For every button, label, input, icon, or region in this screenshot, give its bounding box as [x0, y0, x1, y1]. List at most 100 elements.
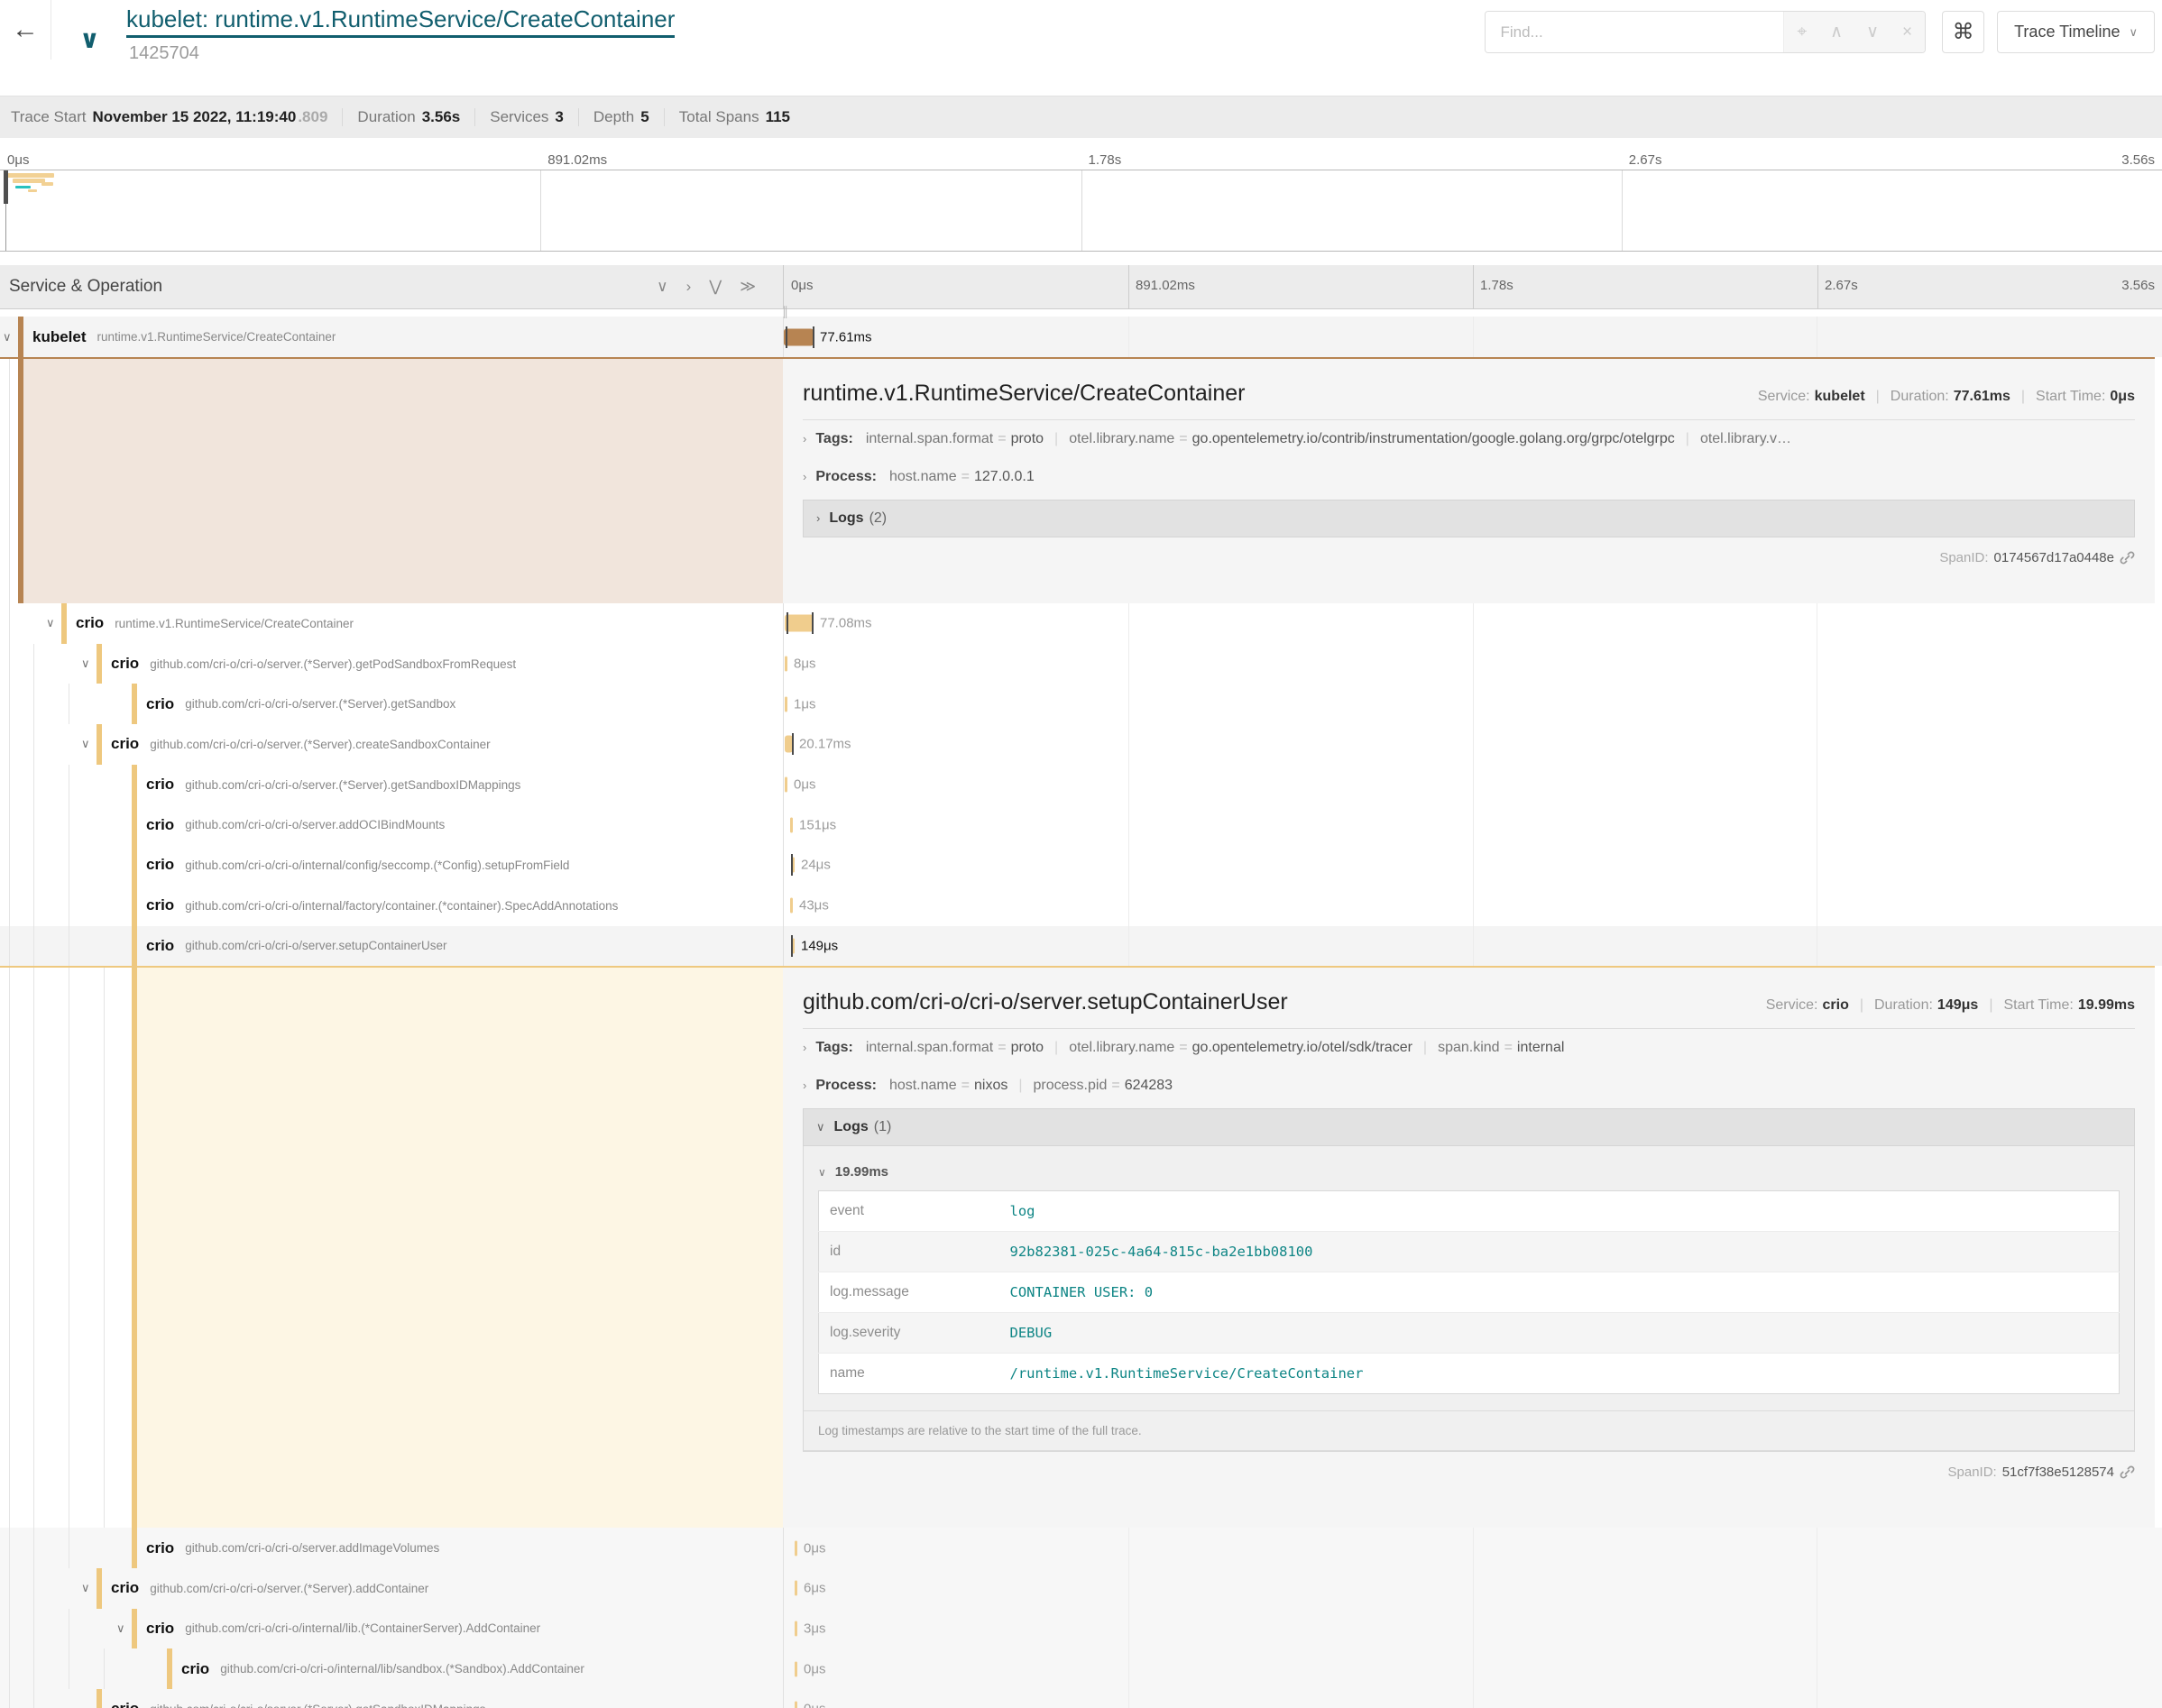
- span-log-marker: [792, 733, 794, 755]
- trace-page: ← ∨ kubelet: runtime.v1.RuntimeService/C…: [0, 0, 2162, 1708]
- trace-view-selector[interactable]: Trace Timeline ∨: [1997, 11, 2155, 53]
- span-duration-bar[interactable]: [790, 817, 793, 832]
- span-row[interactable]: criogithub.com/cri-o/cri-o/server.(*Serv…: [0, 684, 2162, 724]
- copy-link-icon[interactable]: [2120, 550, 2135, 565]
- next-result-icon[interactable]: ∨: [1866, 22, 1879, 42]
- span-name-cell[interactable]: ∨criogithub.com/cri-o/cri-o/server.(*Ser…: [0, 644, 783, 684]
- tag-item: internal.span.format=proto: [866, 431, 1044, 446]
- trace-header-collapse-icon[interactable]: ∨: [79, 27, 100, 52]
- span-timeline-cell[interactable]: 0μs: [783, 765, 2162, 805]
- copy-link-icon[interactable]: [2120, 1465, 2135, 1480]
- span-row[interactable]: ∨crioruntime.v1.RuntimeService/CreateCon…: [0, 603, 2162, 644]
- clear-search-icon[interactable]: ×: [1902, 23, 1912, 42]
- span-collapse-icon[interactable]: ∨: [81, 1581, 90, 1595]
- span-timeline-cell[interactable]: 8μs: [783, 644, 2162, 684]
- span-name-cell[interactable]: criogithub.com/cri-o/cri-o/internal/conf…: [0, 845, 783, 886]
- logs-accordion-collapsed[interactable]: › Logs (2): [803, 500, 2135, 537]
- span-timeline-cell[interactable]: 149μs: [783, 926, 2162, 967]
- span-row[interactable]: criogithub.com/cri-o/cri-o/internal/lib/…: [0, 1648, 2162, 1689]
- span-name-cell[interactable]: ∨criogithub.com/cri-o/cri-o/server.(*Ser…: [0, 1568, 783, 1609]
- span-name-cell[interactable]: criogithub.com/cri-o/cri-o/internal/fact…: [0, 886, 783, 926]
- span-duration-bar[interactable]: [784, 328, 814, 345]
- collapse-all-icon[interactable]: ⋁: [709, 278, 722, 296]
- back-arrow-icon[interactable]: ←: [12, 14, 39, 45]
- span-duration-bar[interactable]: [795, 1540, 797, 1556]
- span-row[interactable]: ∨criogithub.com/cri-o/cri-o/server.(*Ser…: [0, 1568, 2162, 1609]
- span-timeline-cell[interactable]: 77.08ms: [783, 603, 2162, 644]
- process-row[interactable]: › Process: host.name=127.0.0.1: [803, 458, 2135, 496]
- minimap-scrubber-handle[interactable]: [4, 170, 8, 204]
- span-duration-bar[interactable]: [785, 615, 814, 632]
- span-timeline-cell[interactable]: 77.61ms: [783, 317, 2162, 357]
- span-name-cell[interactable]: criogithub.com/cri-o/cri-o/server.(*Serv…: [0, 1689, 783, 1708]
- span-row[interactable]: criogithub.com/cri-o/cri-o/internal/fact…: [0, 886, 2162, 926]
- span-timeline-cell[interactable]: 6μs: [783, 1568, 2162, 1609]
- span-collapse-icon[interactable]: ∨: [46, 616, 55, 630]
- span-timeline-cell[interactable]: 0μs: [783, 1689, 2162, 1708]
- back-button[interactable]: ←: [0, 0, 51, 60]
- span-id-row: SpanID: 0174567d17a0448e: [803, 550, 2135, 565]
- span-timeline-cell[interactable]: 20.17ms: [783, 724, 2162, 765]
- span-name-cell[interactable]: ∨criogithub.com/cri-o/cri-o/internal/lib…: [0, 1609, 783, 1649]
- span-name-cell[interactable]: criogithub.com/cri-o/cri-o/server.addIma…: [0, 1528, 783, 1568]
- span-log-marker: [791, 854, 793, 876]
- span-row[interactable]: ∨kubeletruntime.v1.RuntimeService/Create…: [0, 317, 2162, 357]
- span-timeline-cell[interactable]: 0μs: [783, 1648, 2162, 1689]
- trace-title-link[interactable]: kubelet: runtime.v1.RuntimeService/Creat…: [126, 5, 675, 38]
- span-duration-bar[interactable]: [785, 657, 787, 672]
- span-name-cell[interactable]: criogithub.com/cri-o/cri-o/server.setupC…: [0, 926, 783, 967]
- process-row[interactable]: › Process: host.name=nixos|process.pid=6…: [803, 1067, 2135, 1105]
- span-timeline-cell[interactable]: 3μs: [783, 1609, 2162, 1649]
- span-collapse-icon[interactable]: ∨: [116, 1621, 125, 1636]
- span-duration-bar[interactable]: [790, 898, 793, 914]
- span-duration-bar[interactable]: [795, 1621, 797, 1636]
- collapse-one-icon[interactable]: ∨: [657, 278, 667, 296]
- span-name-cell[interactable]: ∨crioruntime.v1.RuntimeService/CreateCon…: [0, 603, 783, 644]
- expand-one-icon[interactable]: ›: [686, 278, 692, 296]
- span-row[interactable]: criogithub.com/cri-o/cri-o/server.(*Serv…: [0, 1689, 2162, 1708]
- span-detail-panel: github.com/cri-o/cri-o/server.setupConta…: [783, 968, 2155, 1528]
- span-name-cell[interactable]: criogithub.com/cri-o/cri-o/server.(*Serv…: [0, 765, 783, 805]
- span-row[interactable]: criogithub.com/cri-o/cri-o/internal/conf…: [0, 845, 2162, 886]
- span-duration-bar[interactable]: [785, 777, 787, 793]
- span-collapse-icon[interactable]: ∨: [81, 657, 90, 671]
- trace-minimap[interactable]: [0, 170, 2162, 252]
- find-input[interactable]: [1486, 12, 1783, 52]
- span-collapse-icon[interactable]: ∨: [81, 737, 90, 751]
- span-row[interactable]: ∨criogithub.com/cri-o/cri-o/server.(*Ser…: [0, 724, 2162, 765]
- span-row[interactable]: ∨criogithub.com/cri-o/cri-o/internal/lib…: [0, 1609, 2162, 1649]
- tick-label: 1.78s: [1480, 278, 1513, 293]
- span-row[interactable]: criogithub.com/cri-o/cri-o/server.addIma…: [0, 1528, 2162, 1568]
- span-duration-bar[interactable]: [795, 1702, 797, 1708]
- span-row[interactable]: criogithub.com/cri-o/cri-o/server.(*Serv…: [0, 765, 2162, 805]
- focus-target-icon[interactable]: ⌖: [1797, 23, 1807, 42]
- span-duration-bar[interactable]: [795, 1581, 797, 1596]
- span-timeline-cell[interactable]: 151μs: [783, 804, 2162, 845]
- span-name-cell[interactable]: ∨criogithub.com/cri-o/cri-o/server.(*Ser…: [0, 724, 783, 765]
- column-resize-handle[interactable]: ∥: [782, 304, 788, 319]
- span-timeline-cell[interactable]: 43μs: [783, 886, 2162, 926]
- prev-result-icon[interactable]: ∧: [1830, 22, 1843, 42]
- minimap-span: [41, 182, 53, 186]
- tags-row[interactable]: › Tags: internal.span.format=proto|otel.…: [803, 420, 2135, 458]
- tags-row[interactable]: › Tags: internal.span.format=proto|otel.…: [803, 1029, 2135, 1067]
- span-timeline-cell[interactable]: 1μs: [783, 684, 2162, 724]
- span-duration-bar[interactable]: [785, 696, 787, 712]
- span-row[interactable]: ∨criogithub.com/cri-o/cri-o/server.(*Ser…: [0, 644, 2162, 684]
- keyboard-shortcuts-button[interactable]: ⌘: [1942, 11, 1984, 53]
- span-row[interactable]: criogithub.com/cri-o/cri-o/server.setupC…: [0, 926, 2162, 967]
- indent-guide: [9, 1609, 10, 1649]
- span-name-cell[interactable]: ∨kubeletruntime.v1.RuntimeService/Create…: [0, 317, 783, 357]
- span-row[interactable]: criogithub.com/cri-o/cri-o/server.addOCI…: [0, 804, 2162, 845]
- span-timeline-cell[interactable]: 0μs: [783, 1528, 2162, 1568]
- span-name-cell[interactable]: criogithub.com/cri-o/cri-o/server.addOCI…: [0, 804, 783, 845]
- span-duration-bar[interactable]: [795, 1661, 797, 1676]
- log-entry-header[interactable]: ∨ 19.99ms: [818, 1155, 2120, 1190]
- expand-all-icon[interactable]: ≫: [740, 278, 756, 296]
- indent-guide: [9, 765, 10, 805]
- span-name-cell[interactable]: criogithub.com/cri-o/cri-o/internal/lib/…: [0, 1648, 783, 1689]
- span-timeline-cell[interactable]: 24μs: [783, 845, 2162, 886]
- span-collapse-icon[interactable]: ∨: [3, 330, 12, 344]
- logs-accordion-expanded[interactable]: ∨ Logs (1): [803, 1108, 2135, 1146]
- span-name-cell[interactable]: criogithub.com/cri-o/cri-o/server.(*Serv…: [0, 684, 783, 724]
